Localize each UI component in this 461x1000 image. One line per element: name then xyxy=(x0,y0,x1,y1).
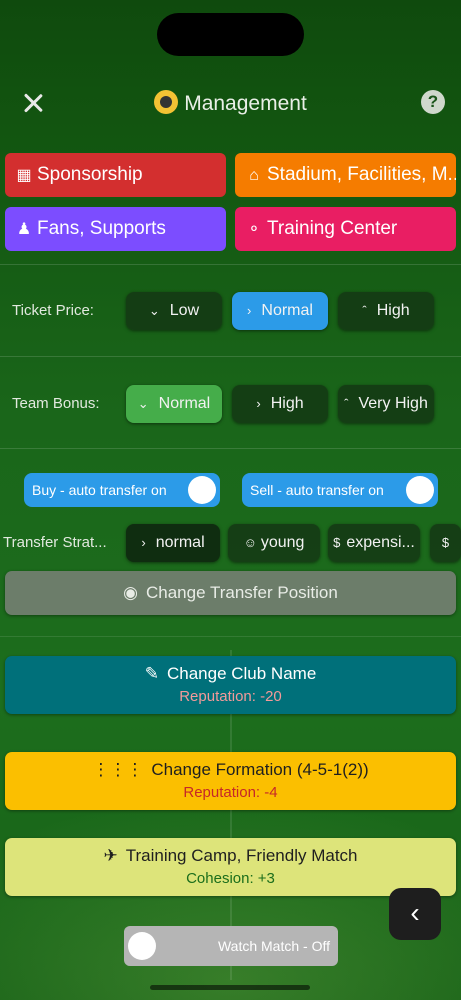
money-off-icon: $ xyxy=(441,535,450,550)
chevron-right-icon: › xyxy=(256,396,261,411)
watch-match-toggle[interactable]: Watch Match - Off xyxy=(124,926,338,966)
chevron-down-icon: ⌄ xyxy=(148,303,160,318)
sponsorship-button[interactable]: ▦ Sponsorship xyxy=(5,153,226,197)
ticket-normal-button[interactable]: › Normal xyxy=(232,292,328,330)
cohesion-gain: Cohesion: +3 xyxy=(186,870,275,887)
grid-icon: ⋮⋮⋮ xyxy=(92,760,144,779)
change-formation-button[interactable]: ⋮⋮⋮ Change Formation (4-5-1(2)) Reputatio… xyxy=(5,752,456,810)
change-transfer-position-button[interactable]: ◉ Change Transfer Position xyxy=(5,571,456,615)
divider xyxy=(0,356,461,357)
fans-button[interactable]: ♟ Fans, Supports xyxy=(5,207,226,251)
chevron-down-icon: ⌄ xyxy=(137,396,149,411)
help-icon[interactable]: ? xyxy=(421,90,445,114)
toggle-knob xyxy=(406,476,434,504)
back-chevron-icon[interactable]: ‹ xyxy=(389,888,441,940)
reputation-cost: Reputation: -20 xyxy=(179,688,282,705)
strategy-expensive-button[interactable]: $ expensi... xyxy=(328,524,420,562)
ticket-price-label: Ticket Price: xyxy=(12,302,94,319)
strategy-normal-button[interactable]: › normal xyxy=(126,524,220,562)
page-title: Management xyxy=(0,90,461,116)
divider xyxy=(0,448,461,449)
bonus-very-high-button[interactable]: ˆ Very High xyxy=(338,385,434,423)
bonus-normal-button[interactable]: ⌄ Normal xyxy=(126,385,222,423)
buy-auto-transfer-toggle[interactable]: Buy - auto transfer on xyxy=(24,473,220,507)
dynamic-island xyxy=(157,13,304,56)
stadium-button[interactable]: ⌂ Stadium, Facilities, M... xyxy=(235,153,456,197)
ticket-high-button[interactable]: ˆ High xyxy=(338,292,434,330)
person-icon: ♟ xyxy=(16,221,32,238)
training-center-button[interactable]: ⚬ Training Center xyxy=(235,207,456,251)
chevron-right-icon: › xyxy=(141,535,146,550)
chevron-up-icon: ˆ xyxy=(362,303,367,318)
home-icon: ⌂ xyxy=(249,167,259,184)
chevron-right-icon: › xyxy=(247,303,252,318)
training-camp-button[interactable]: ✈ Training Camp, Friendly Match Cohesion:… xyxy=(5,838,456,896)
team-bonus-label: Team Bonus: xyxy=(12,395,100,412)
lightbulb-icon: ⚬ xyxy=(247,221,261,238)
person-search-icon: ◉ xyxy=(123,583,138,602)
divider xyxy=(0,264,461,265)
home-indicator xyxy=(150,985,310,990)
money-bag-icon xyxy=(154,90,179,114)
chevron-up-icon: ˆ xyxy=(344,396,349,411)
shop-icon: ▦ xyxy=(16,167,32,184)
airplane-icon: ✈ xyxy=(103,846,118,865)
sell-auto-transfer-toggle[interactable]: Sell - auto transfer on xyxy=(242,473,438,507)
toggle-knob xyxy=(188,476,216,504)
baby-face-icon: ☺ xyxy=(243,535,257,550)
dollar-icon: $ xyxy=(333,535,341,550)
strategy-cheap-button[interactable]: $ xyxy=(430,524,461,562)
bonus-high-button[interactable]: › High xyxy=(232,385,328,423)
strategy-young-button[interactable]: ☺ young xyxy=(228,524,320,562)
pencil-icon: ✎ xyxy=(144,664,159,683)
top-bar: Management ? xyxy=(0,78,461,134)
ticket-low-button[interactable]: ⌄ Low xyxy=(126,292,222,330)
change-club-name-button[interactable]: ✎ Change Club Name Reputation: -20 xyxy=(5,656,456,714)
transfer-strategy-label: Transfer Strat... xyxy=(3,534,107,551)
reputation-cost: Reputation: -4 xyxy=(183,784,278,801)
toggle-knob xyxy=(128,932,156,960)
